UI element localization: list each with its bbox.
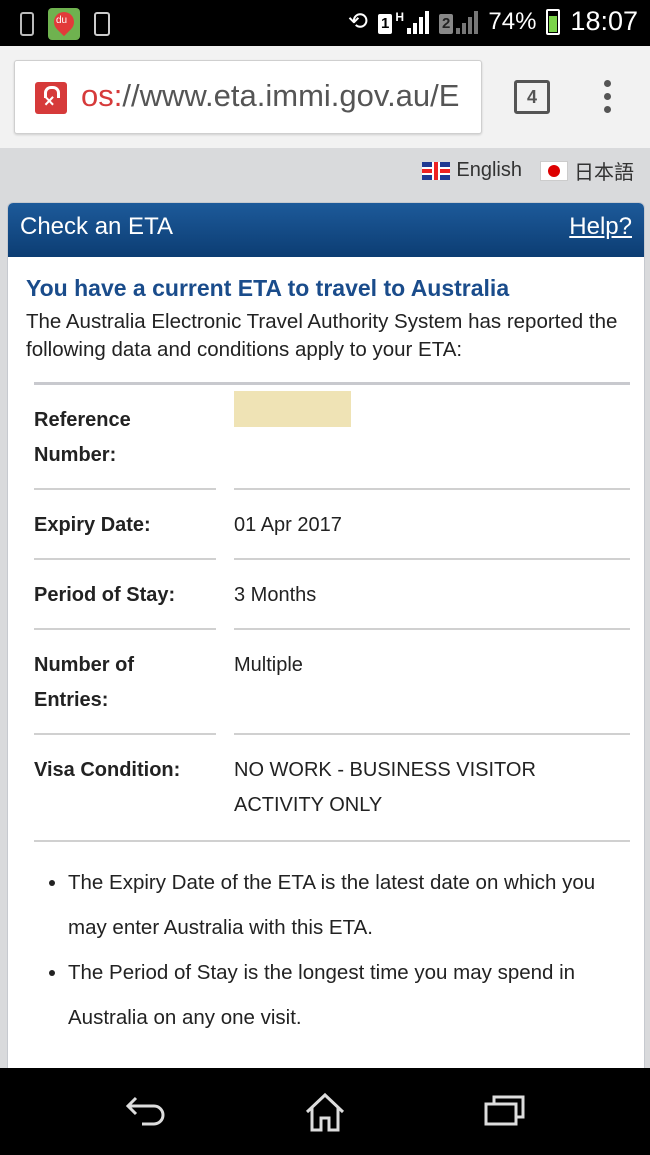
detail-label: Reference Number: <box>34 409 131 466</box>
language-english[interactable]: English <box>422 156 522 185</box>
tab-switcher-button[interactable]: 4 <box>514 80 550 114</box>
insecure-lock-icon[interactable] <box>35 82 67 114</box>
url-scheme: os: <box>81 78 123 113</box>
detail-value: Multiple <box>234 654 303 676</box>
signal-icon-2 <box>456 10 479 34</box>
panel-title: Check an ETA <box>20 213 173 240</box>
detail-value: 01 Apr 2017 <box>234 514 342 536</box>
rotate-icon: ⟲ <box>347 8 369 35</box>
result-heading: You have a current ETA to travel to Aust… <box>26 275 510 301</box>
panel-header: Check an ETA Help? <box>8 203 644 257</box>
eta-panel: Check an ETA Help? You have a current ET… <box>7 202 645 1104</box>
detail-label: Expiry Date: <box>34 514 151 536</box>
eta-details-table: Reference Number: Expiry Date: 01 Apr 20… <box>34 382 630 842</box>
network-type: H <box>395 9 405 24</box>
battery-percent: 74% <box>488 7 537 35</box>
device-icon <box>94 12 110 36</box>
back-icon[interactable] <box>124 1092 168 1128</box>
detail-label: Number of Entries: <box>34 654 134 711</box>
url-host: //www.eta.immi.gov.au/E <box>122 78 460 113</box>
sim2-signal: 2 <box>439 10 479 34</box>
table-row: Visa Condition: NO WORK - BUSINESS VISIT… <box>34 735 630 842</box>
address-bar[interactable]: os://www.eta.immi.gov.au/E <box>14 60 482 134</box>
system-nav-bar <box>0 1068 650 1155</box>
sim2-badge: 2 <box>439 13 454 34</box>
signal-icon <box>407 10 430 34</box>
language-japanese[interactable]: 日本語 <box>540 156 634 185</box>
url-text[interactable]: os://www.eta.immi.gov.au/E <box>81 78 459 114</box>
notes-list: The Expiry Date of the ETA is the latest… <box>26 860 626 1040</box>
phone-icon <box>20 12 34 36</box>
detail-value: NO WORK - BUSINESS VISITOR ACTIVITY ONLY <box>234 759 536 816</box>
language-label: English <box>456 159 522 181</box>
redacted-reference-number <box>234 391 351 427</box>
table-row: Period of Stay: 3 Months <box>34 560 630 630</box>
uk-flag-icon <box>422 161 451 180</box>
detail-label: Period of Stay: <box>34 584 176 606</box>
table-row: Number of Entries: Multiple <box>34 630 630 735</box>
overflow-menu-icon[interactable] <box>604 80 612 119</box>
panel-content: You have a current ETA to travel to Aust… <box>8 257 644 1040</box>
sim1-badge: 1 <box>378 13 393 34</box>
browser-toolbar: os://www.eta.immi.gov.au/E 4 <box>0 46 650 149</box>
detail-label: Visa Condition: <box>34 759 181 781</box>
language-selector: English 日本語 <box>422 156 634 185</box>
list-item: The Expiry Date of the ETA is the latest… <box>68 860 626 950</box>
detail-value <box>234 385 630 490</box>
intro-text: The Australia Electronic Travel Authorit… <box>26 310 618 361</box>
detail-value: 3 Months <box>234 584 317 606</box>
help-link[interactable]: Help? <box>569 213 632 241</box>
home-icon[interactable] <box>304 1092 346 1132</box>
status-bar: du ⟲ 1 H 2 74% 18:07 <box>0 0 650 46</box>
japan-flag-icon <box>540 160 568 181</box>
language-label: 日本語 <box>574 162 634 184</box>
sim1-signal: 1 H <box>378 9 430 34</box>
battery-icon <box>546 8 561 35</box>
du-map-icon: du <box>48 7 80 40</box>
table-row: Expiry Date: 01 Apr 2017 <box>34 490 630 560</box>
web-page: English 日本語 Check an ETA Help? You have … <box>0 148 650 1104</box>
clock: 18:07 <box>570 6 638 36</box>
recent-apps-icon[interactable] <box>484 1092 526 1128</box>
table-row: Reference Number: <box>34 385 630 490</box>
list-item: The Period of Stay is the longest time y… <box>68 950 626 1040</box>
